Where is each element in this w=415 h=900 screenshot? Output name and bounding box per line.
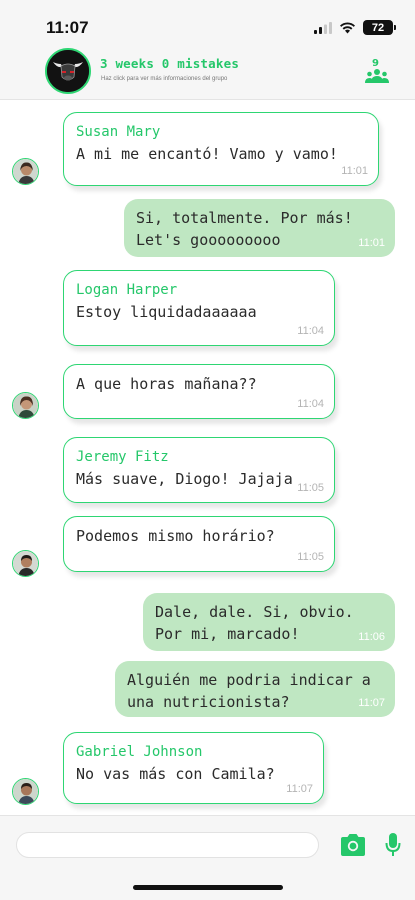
bull-logo-icon [47,50,89,92]
avatar[interactable] [12,158,39,185]
avatar[interactable] [12,550,39,577]
message-incoming[interactable]: Jeremy Fitz Más suave, Diogo! Jajaja 11:… [63,437,335,503]
message-incoming[interactable]: Susan Mary A mi me encantó! Vamo y vamo!… [63,112,379,186]
group-members-icon[interactable] [365,68,389,84]
home-indicator[interactable] [133,885,283,890]
message-time: 11:01 [358,237,385,249]
status-time: 11:07 [46,18,89,37]
message-time: 11:07 [358,697,385,709]
message-input[interactable] [16,832,319,858]
message-text: Si, totalmente. Por más! Let's goooooooo… [136,209,353,249]
avatar[interactable] [12,778,39,805]
message-text: A que horas mañana?? [76,375,257,393]
user-avatar-icon [13,551,38,576]
message-time: 11:07 [286,783,313,795]
message-text: Dale, dale. Si, obvio. Por mi, marcado! [155,603,354,643]
message-time: 11:01 [341,165,368,177]
message-outgoing[interactable]: Alguién me podria indicar a una nutricio… [115,661,395,717]
avatar[interactable] [12,392,39,419]
group-title[interactable]: 3 weeks 0 mistakes [100,56,239,71]
battery-icon: 72 [363,20,396,35]
message-sender: Jeremy Fitz [76,449,169,465]
group-subtitle[interactable]: Haz click para ver más informaciones del… [101,76,227,82]
message-incoming[interactable]: Logan Harper Estoy liquidadaaaaaa 11:04 [63,270,335,346]
message-text: No vas más con Camila? [76,765,275,783]
message-text: Alguién me podria indicar a una nutricio… [127,671,371,711]
user-avatar-icon [13,159,38,184]
status-bar: 11:07 72 [0,0,415,44]
message-time: 11:04 [297,398,324,410]
message-text: Más suave, Diogo! Jajaja [76,470,293,488]
user-avatar-icon [13,393,38,418]
message-incoming[interactable]: Gabriel Johnson No vas más con Camila? 1… [63,732,324,804]
group-avatar[interactable] [45,48,91,94]
message-text: Estoy liquidadaaaaaa [76,303,257,321]
message-text: A mi me encantó! Vamo y vamo! [76,145,338,163]
chat-header[interactable]: 3 weeks 0 mistakes Haz click para ver má… [0,44,415,100]
message-outgoing[interactable]: Dale, dale. Si, obvio. Por mi, marcado! … [143,593,395,651]
message-time: 11:04 [297,325,324,337]
message-time: 11:05 [297,551,324,563]
message-time: 11:06 [358,631,385,643]
status-icons: 72 [314,20,396,35]
message-incoming[interactable]: A que horas mañana?? 11:04 [63,364,335,419]
message-sender: Logan Harper [76,282,178,298]
battery-level: 72 [371,21,385,34]
microphone-icon[interactable] [385,832,401,858]
cellular-signal-icon [314,21,332,34]
wifi-icon [340,21,355,33]
message-outgoing[interactable]: Si, totalmente. Por más! Let's goooooooo… [124,199,395,257]
message-sender: Gabriel Johnson [76,744,203,760]
user-avatar-icon [13,779,38,804]
message-sender: Susan Mary [76,124,161,140]
message-text: Podemos mismo horário? [76,527,275,545]
message-incoming[interactable]: Podemos mismo horário? 11:05 [63,516,335,572]
message-time: 11:05 [297,482,324,494]
camera-icon[interactable] [339,833,367,857]
